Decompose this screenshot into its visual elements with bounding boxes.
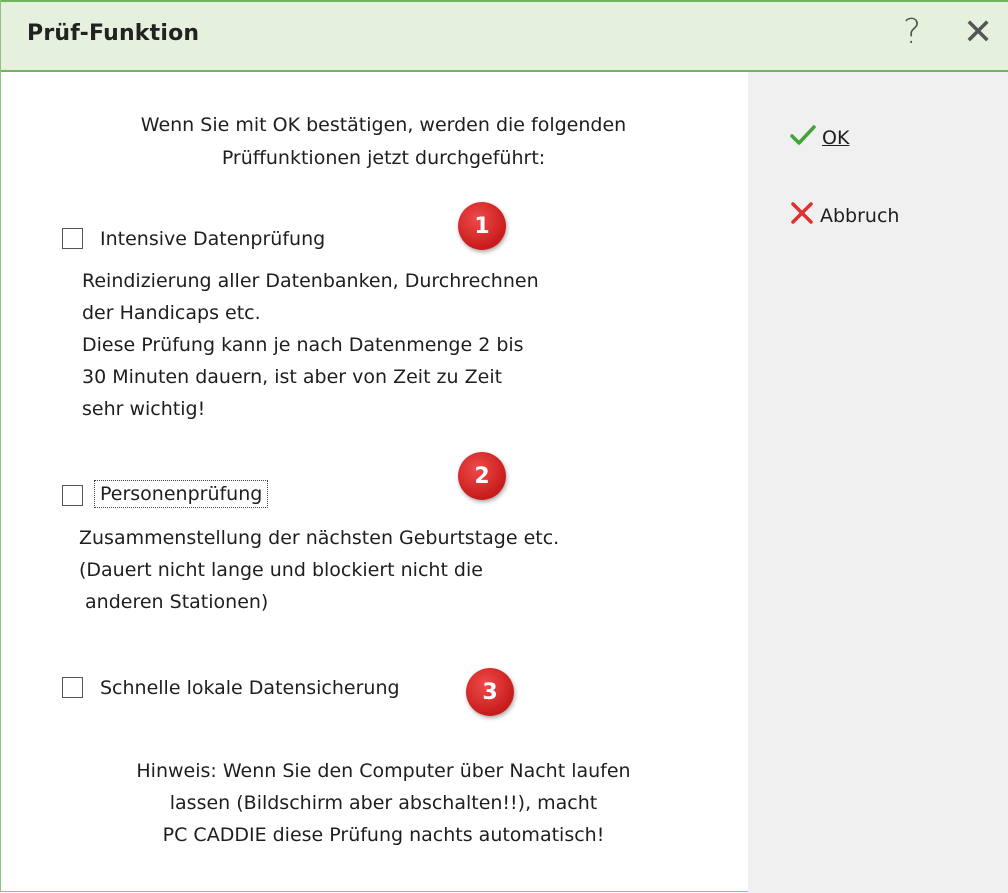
description-line: 30 Minuten dauern, ist aber von Zeit zu … xyxy=(82,366,503,388)
checkbox-label-intensive-datenpruefung[interactable]: Intensive Datenprüfung xyxy=(100,228,325,250)
dialog-window: Prüf-Funktion ? ✕ Wenn Sie mit OK bestät… xyxy=(0,0,1008,893)
x-icon xyxy=(790,201,814,230)
checkbox-label-schnelle-lokale-datensicherung[interactable]: Schnelle lokale Datensicherung xyxy=(100,677,400,699)
title-bar: Prüf-Funktion ? ✕ xyxy=(1,0,1008,72)
marker-badge-2: 2 xyxy=(458,452,506,500)
intro-line-1: Wenn Sie mit OK bestätigen, werden die f… xyxy=(140,114,627,136)
button-panel: OK Abbruch xyxy=(748,72,1008,893)
checkbox-label-personenpruefung[interactable]: Personenprüfung xyxy=(93,480,269,508)
marker-badge-3: 3 xyxy=(466,668,514,716)
ok-button[interactable]: OK xyxy=(790,124,849,151)
help-icon[interactable]: ? xyxy=(903,12,921,52)
description-line: der Handicaps etc. xyxy=(82,302,261,324)
description-line: Zusammenstellung der nächsten Geburtstag… xyxy=(79,527,560,549)
checkbox-intensive-datenpruefung[interactable] xyxy=(62,228,83,249)
description-line: Reindizierung aller Datenbanken, Durchre… xyxy=(82,270,539,292)
checkbox-personenpruefung[interactable] xyxy=(62,485,83,506)
hint-line-1: Hinweis: Wenn Sie den Computer über Nach… xyxy=(136,760,631,782)
description-line: Diese Prüfung kann je nach Datenmenge 2 … xyxy=(82,334,524,356)
description-line: anderen Stationen) xyxy=(79,591,269,613)
hint-line-3: PC CADDIE diese Prüfung nachts automatis… xyxy=(162,824,605,846)
marker-badge-1: 1 xyxy=(458,202,506,250)
checkbox-schnelle-lokale-datensicherung[interactable] xyxy=(62,677,83,698)
description-line: sehr wichtig! xyxy=(82,398,206,420)
hint-line-2: lassen (Bildschirm aber abschalten!!), m… xyxy=(169,792,598,814)
main-content: Wenn Sie mit OK bestätigen, werden die f… xyxy=(1,72,748,893)
intro-line-2: Prüffunktionen jetzt durchgeführt: xyxy=(221,147,546,169)
ok-button-label: OK xyxy=(822,126,850,149)
description-line: (Dauert nicht lange und blockiert nicht … xyxy=(79,559,483,581)
cancel-button[interactable]: Abbruch xyxy=(790,201,899,230)
window-title: Prüf-Funktion xyxy=(27,21,200,46)
close-icon[interactable]: ✕ xyxy=(963,12,993,53)
check-icon xyxy=(790,124,816,151)
cancel-button-label: Abbruch xyxy=(820,204,900,227)
